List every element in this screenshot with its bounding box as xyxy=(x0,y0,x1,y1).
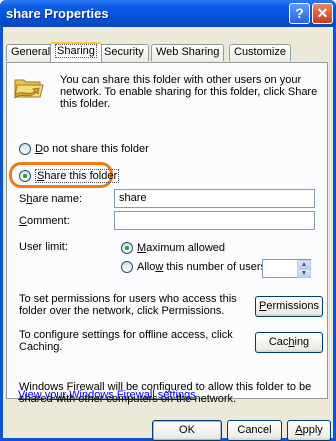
comment-input[interactable] xyxy=(114,211,315,230)
tab-general[interactable]: General xyxy=(6,44,56,61)
radio-do-not-share-label: Do not share this folder xyxy=(35,143,149,155)
user-limit-label: User limit: xyxy=(19,241,68,253)
firewall-settings-link[interactable]: View your Windows Firewall settings xyxy=(18,389,196,401)
radio-do-not-share[interactable]: Do not share this folder xyxy=(19,142,149,156)
comment-label: Comment: xyxy=(19,215,70,227)
close-button[interactable]: ✕ xyxy=(312,3,333,24)
shared-folder-icon xyxy=(14,79,44,99)
radio-allow-number-circle[interactable] xyxy=(121,261,133,273)
dialog-body: General Sharing Security Web Sharing Cus… xyxy=(3,27,333,441)
caching-text: To configure settings for offline access… xyxy=(19,329,233,353)
title-bar[interactable]: share Properties ? ✕ xyxy=(0,0,336,27)
radio-maximum-allowed[interactable]: Maximum allowed xyxy=(121,241,225,255)
radio-maximum-label: Maximum allowed xyxy=(137,242,226,254)
permissions-text: To set permissions for users who access … xyxy=(19,293,237,317)
help-button[interactable]: ? xyxy=(289,3,310,24)
share-name-input[interactable]: share xyxy=(114,189,315,208)
share-name-label: Share name: xyxy=(19,193,82,205)
radio-maximum-circle[interactable] xyxy=(121,242,133,254)
tab-web-sharing[interactable]: Web Sharing xyxy=(151,44,225,61)
tab-sharing-label: Sharing xyxy=(55,44,97,58)
caching-button[interactable]: Caching xyxy=(255,332,323,353)
spinner-down-icon[interactable]: ▼ xyxy=(297,269,311,278)
radio-share-label: Share this folder xyxy=(35,169,120,183)
radio-share-circle[interactable] xyxy=(19,170,31,182)
radio-allow-number[interactable]: Allow this number of users: xyxy=(121,260,269,274)
permissions-button[interactable]: Permissions xyxy=(255,296,323,317)
properties-window: share Properties ? ✕ General Sharing Sec… xyxy=(0,0,336,441)
window-title: share Properties xyxy=(6,6,109,21)
radio-allow-number-label: Allow this number of users: xyxy=(137,261,270,273)
ok-button[interactable]: OK xyxy=(152,420,222,441)
tab-sharing[interactable]: Sharing xyxy=(50,42,102,62)
cancel-button[interactable]: Cancel xyxy=(227,420,282,441)
apply-button[interactable]: Apply xyxy=(287,420,331,441)
sharing-intro-text: You can share this folder with other use… xyxy=(60,74,318,110)
tab-security[interactable]: Security xyxy=(99,44,149,61)
user-count-spinner[interactable]: ▲ ▼ xyxy=(297,260,311,279)
tab-customize[interactable]: Customize xyxy=(229,44,291,61)
radio-share-this-folder[interactable]: Share this folder xyxy=(19,169,120,183)
spinner-up-icon[interactable]: ▲ xyxy=(297,260,311,269)
radio-do-not-share-circle[interactable] xyxy=(19,143,31,155)
sharing-panel: You can share this folder with other use… xyxy=(6,62,328,405)
